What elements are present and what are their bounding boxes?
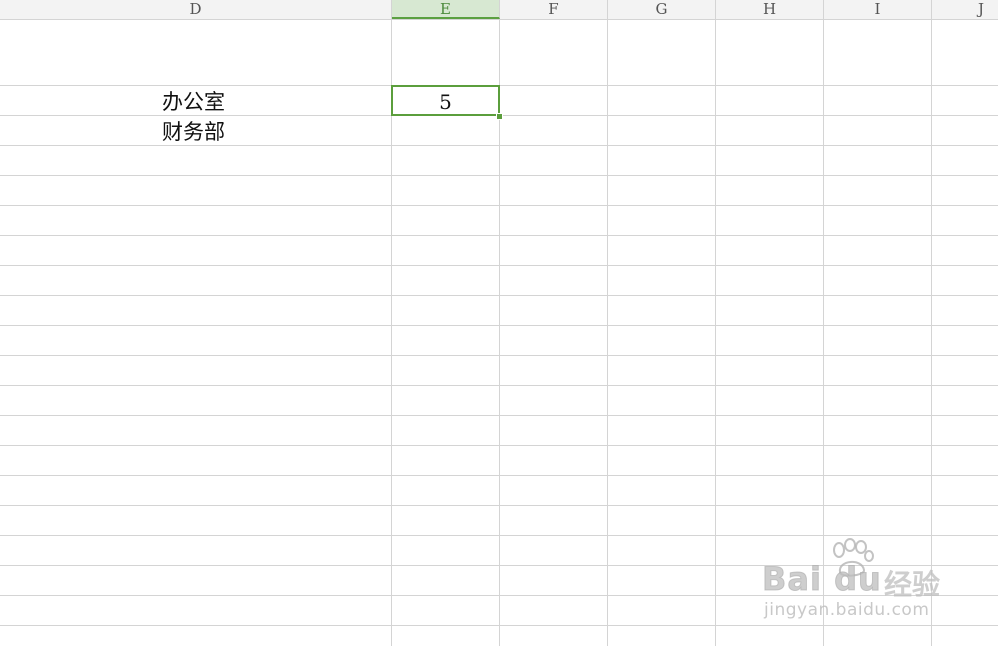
watermark-suffix-text: 经验 <box>884 568 941 601</box>
column-header-d[interactable]: D <box>0 0 392 19</box>
grid-line <box>0 535 998 536</box>
column-header-e[interactable]: E <box>392 0 500 19</box>
grid-line <box>715 19 716 646</box>
grid-line <box>0 415 998 416</box>
fill-handle[interactable] <box>496 113 503 120</box>
grid-line <box>0 385 998 386</box>
column-header-j[interactable]: J <box>932 0 998 19</box>
column-header-bar: D E F G H I J <box>0 0 998 20</box>
watermark-url: jingyan.baidu.com <box>764 600 930 620</box>
spreadsheet: D E F G H I J 办公室 财务部 5 Bai du 经验 jingya… <box>0 0 998 646</box>
grid-line <box>0 235 998 236</box>
grid-line <box>0 445 998 446</box>
baidu-watermark: Bai du 经验 jingyan.baidu.com <box>762 538 952 628</box>
grid-line <box>0 205 998 206</box>
grid-line <box>0 145 998 146</box>
cell-d4[interactable]: 财务部 <box>162 117 225 147</box>
grid-line <box>0 355 998 356</box>
grid-line <box>0 265 998 266</box>
grid-line <box>0 505 998 506</box>
column-header-f[interactable]: F <box>500 0 608 19</box>
watermark-logo-text: Bai du <box>762 560 882 599</box>
grid-line <box>0 475 998 476</box>
active-cell-border <box>391 85 500 116</box>
column-header-h[interactable]: H <box>716 0 824 19</box>
grid-line <box>0 295 998 296</box>
grid-line <box>0 175 998 176</box>
cell-d3[interactable]: 办公室 <box>162 87 225 117</box>
column-header-i[interactable]: I <box>824 0 932 19</box>
grid-line <box>607 19 608 646</box>
grid-line <box>0 325 998 326</box>
column-header-g[interactable]: G <box>608 0 716 19</box>
